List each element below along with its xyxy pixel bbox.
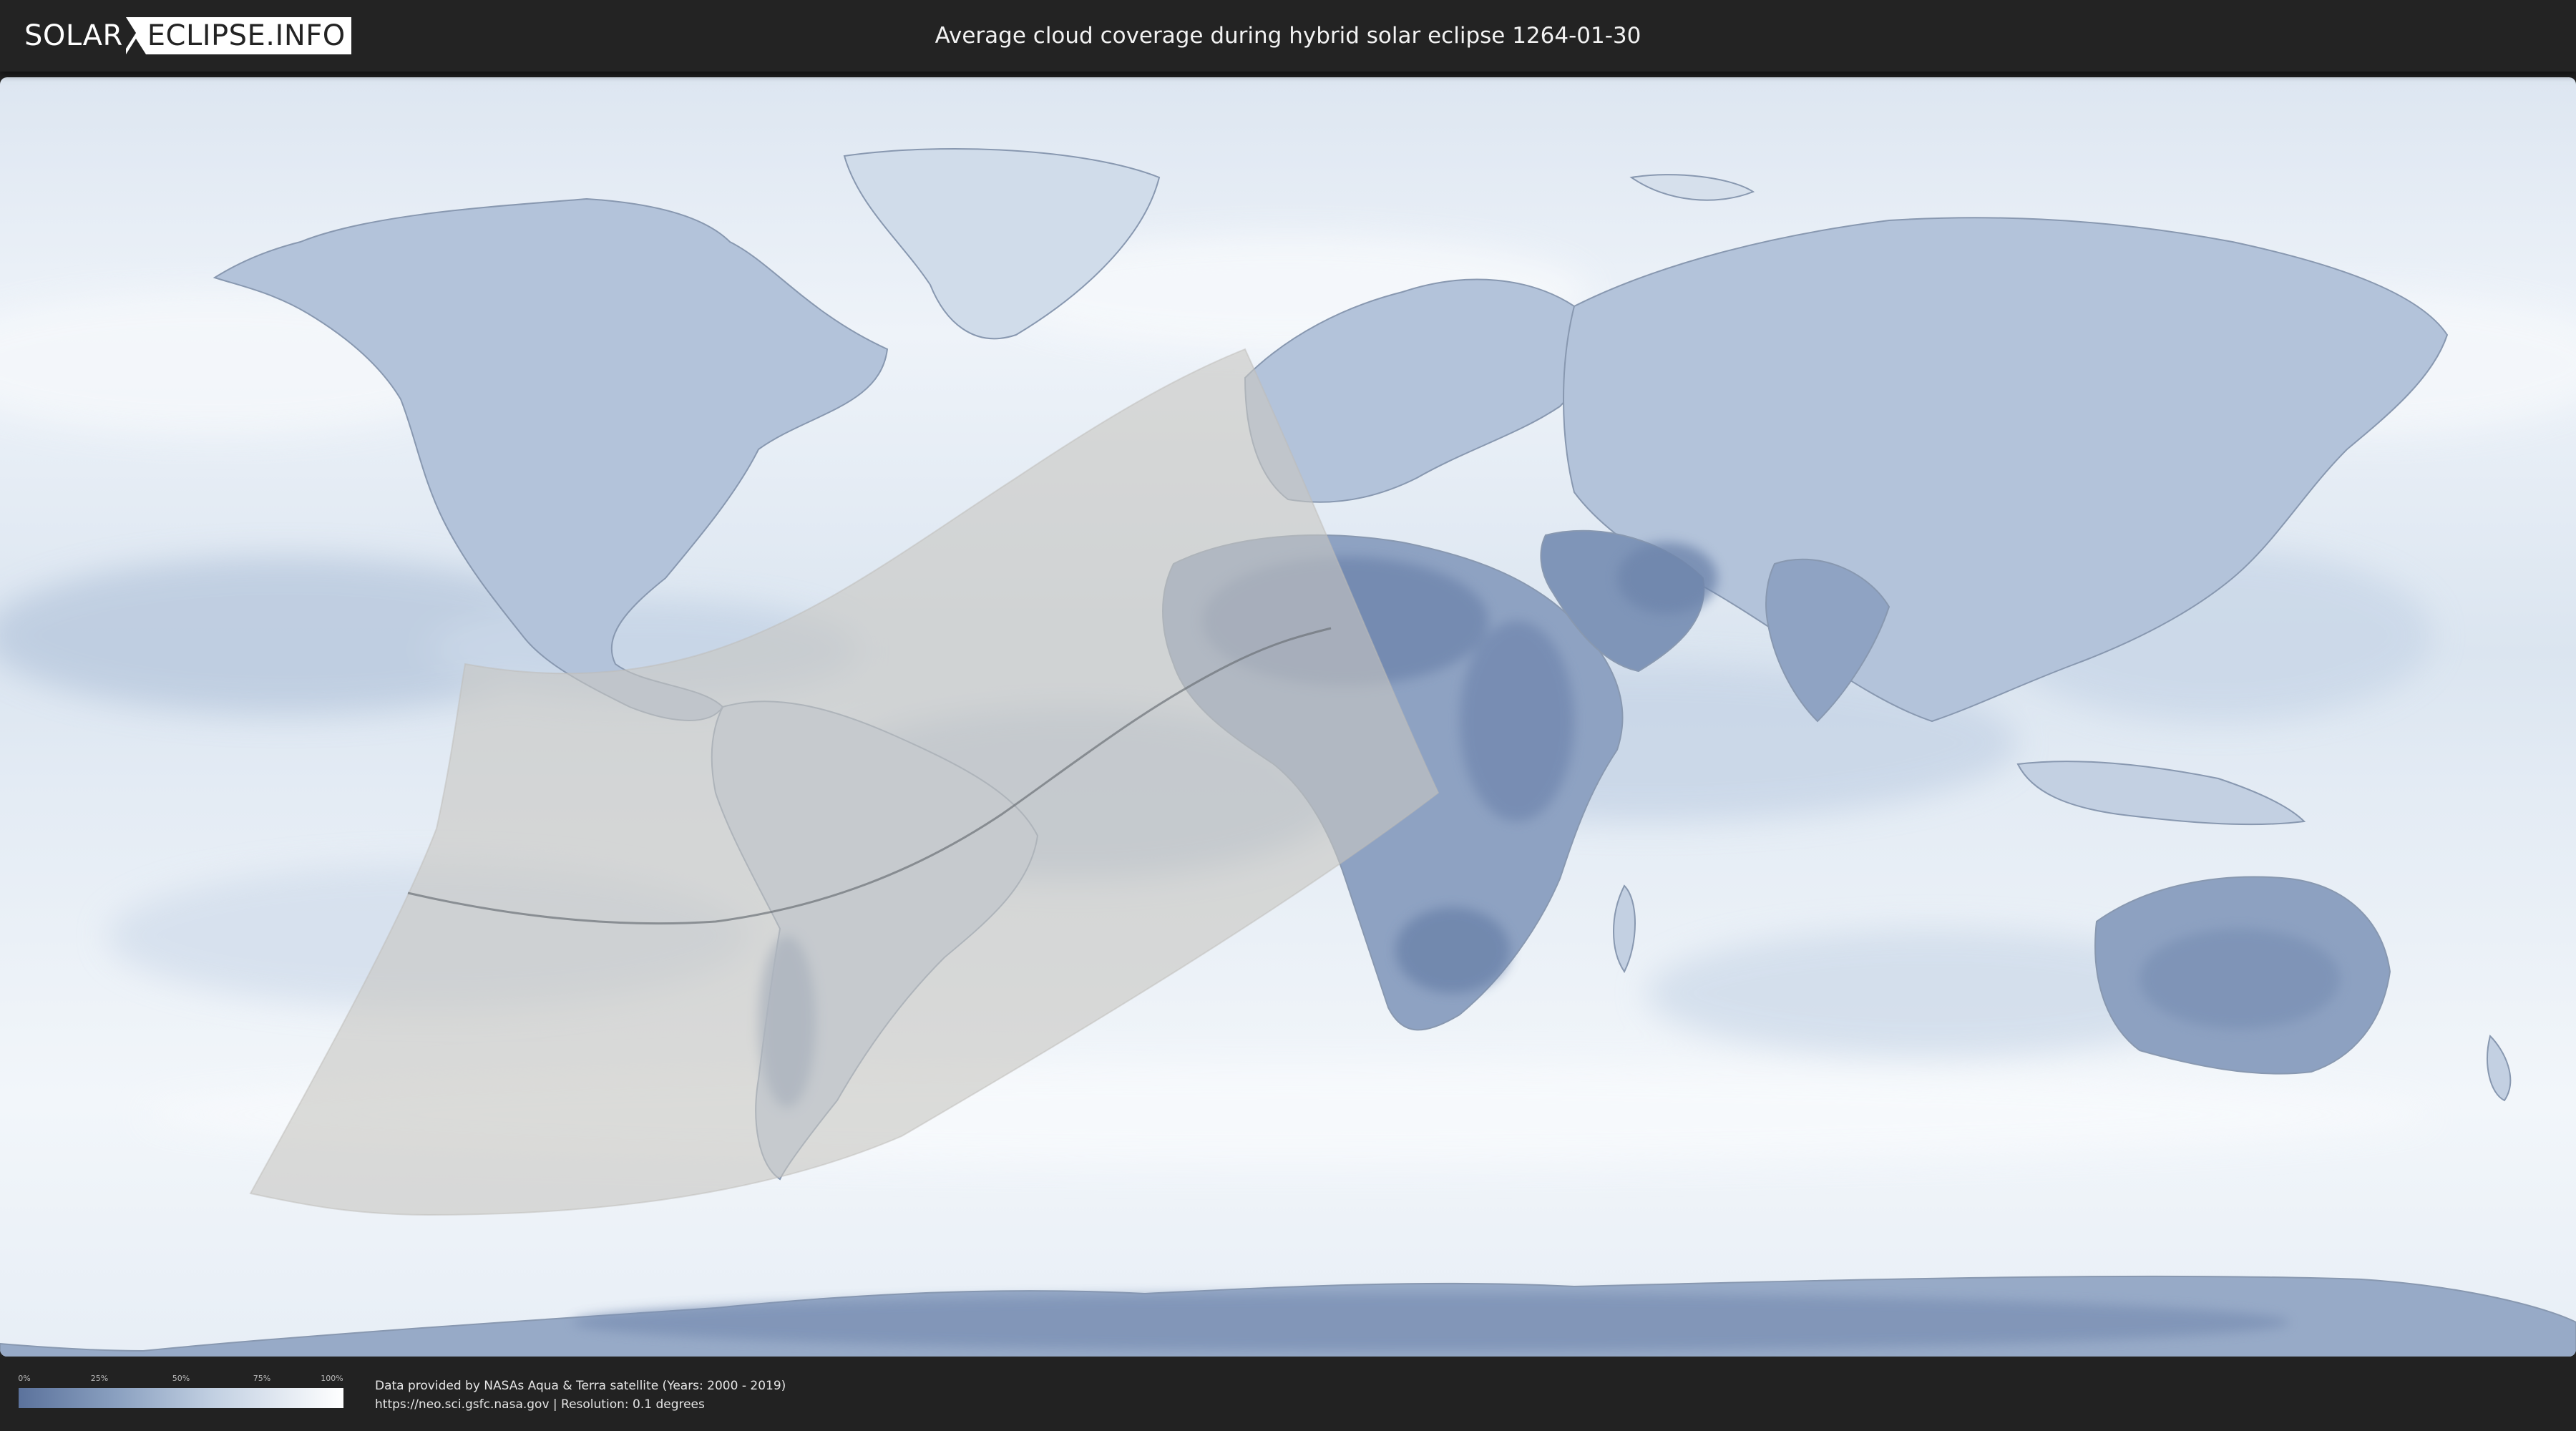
page-root: SOLAR ECLIPSE.INFO Average cloud coverag… — [0, 0, 2576, 1431]
legend-tick-50: 50% — [172, 1374, 190, 1383]
cloud-coverage-legend: 0% 25% 50% 75% 100% — [18, 1374, 343, 1414]
legend-gradient-bar — [19, 1388, 343, 1408]
legend-tick-100: 100% — [321, 1374, 343, 1383]
data-credits: Data provided by NASAs Aqua & Terra sate… — [375, 1377, 786, 1414]
legend-tick-25: 25% — [90, 1374, 109, 1383]
credits-line-source: Data provided by NASAs Aqua & Terra sate… — [375, 1379, 786, 1393]
credits-line-url[interactable]: https://neo.sci.gsfc.nasa.gov | Resoluti… — [375, 1395, 786, 1414]
legend-tick-0: 0% — [18, 1374, 31, 1383]
world-map-svg — [0, 77, 2576, 1357]
cloud-coverage-map[interactable] — [0, 77, 2576, 1357]
page-title: Average cloud coverage during hybrid sol… — [935, 23, 1641, 49]
header-bar: SOLAR ECLIPSE.INFO Average cloud coverag… — [0, 0, 2576, 72]
legend-tick-75: 75% — [253, 1374, 271, 1383]
